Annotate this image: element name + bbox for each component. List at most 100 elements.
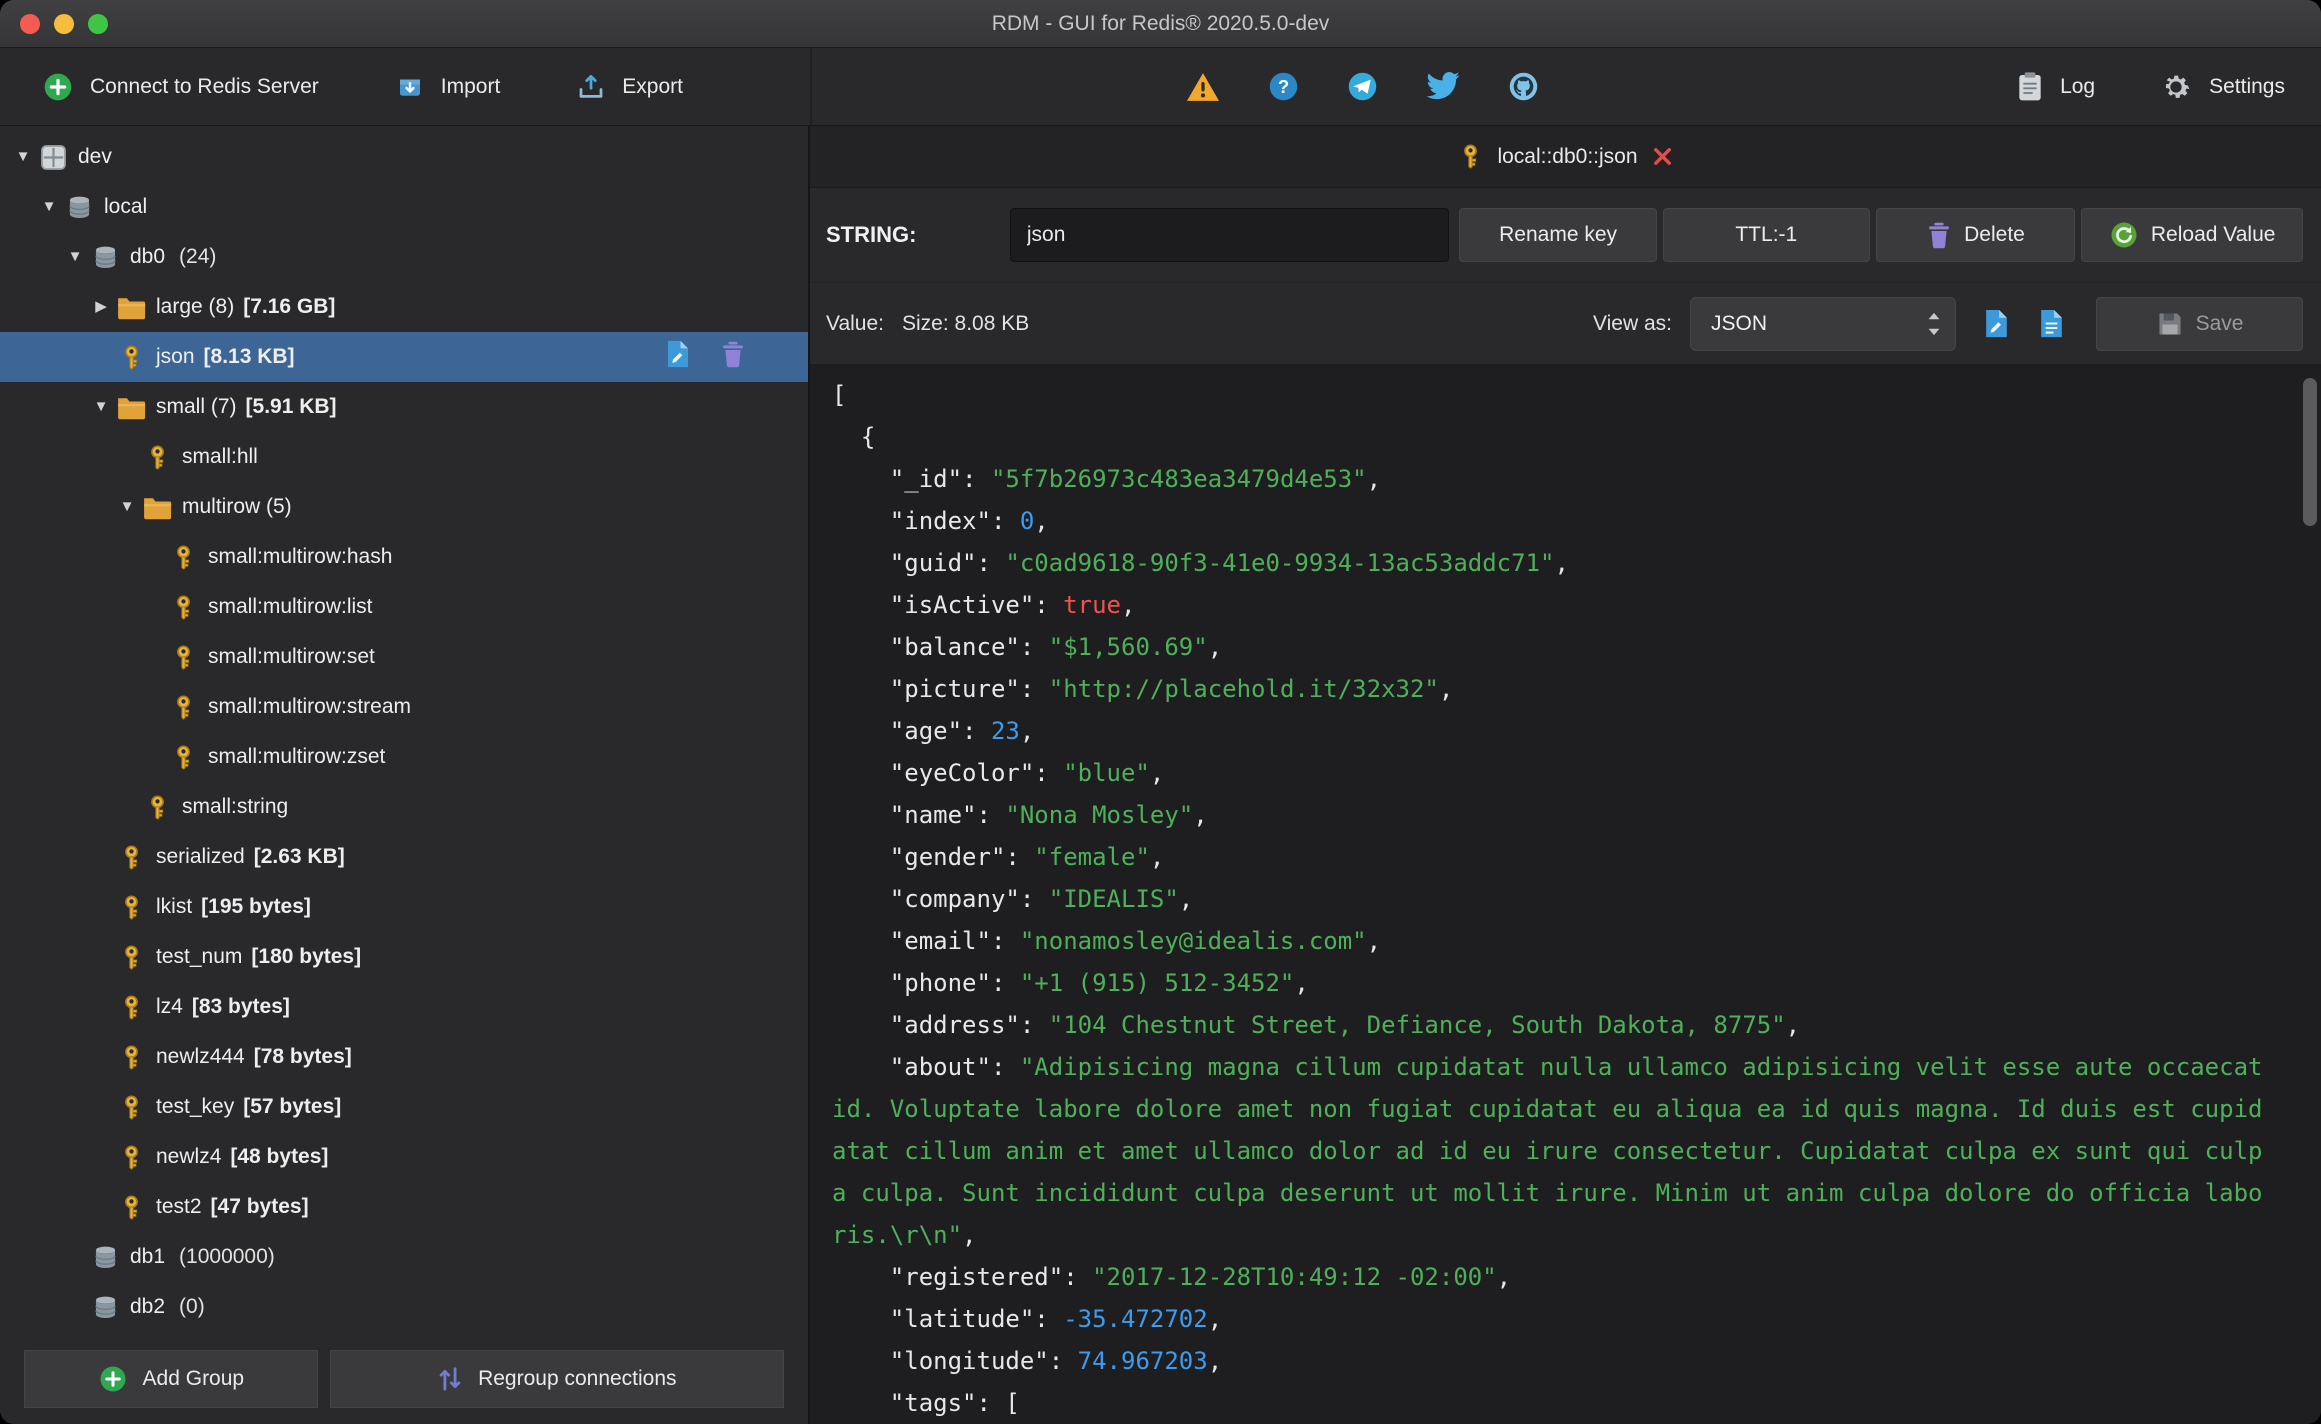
json-line: "picture": "http://placehold.it/32x32", [832,675,1454,703]
close-window-button[interactable] [20,13,40,34]
tree-item-test2[interactable]: test2 [47 bytes] [0,1182,808,1232]
collapse-icon[interactable]: ▼ [10,132,36,182]
import-button[interactable]: Import [395,72,500,102]
json-line: "address": "104 Chestnut Street, Defianc… [832,1011,1801,1039]
tree-item-small-multirow-hash[interactable]: small:multirow:hash [0,532,808,582]
connect-to-redis-button[interactable]: Connect to Redis Server [42,71,319,103]
add-group-label: Add Group [142,1367,245,1390]
tree-item-small-multirow-stream[interactable]: small:multirow:stream [0,682,808,732]
tree-item-label: newlz444 [156,1045,245,1068]
vertical-scrollbar[interactable] [2301,370,2317,1418]
key-icon [140,794,174,821]
scrollbar-thumb[interactable] [2303,378,2317,526]
tree-item-count: (24) [179,245,217,268]
telegram-icon[interactable] [1346,70,1379,103]
json-line: "balance": "$1,560.69", [832,633,1223,661]
tree-item-serialized[interactable]: serialized [2.63 KB] [0,832,808,882]
tree-item-small-string[interactable]: small:string [0,782,808,832]
titlebar: RDM - GUI for Redis® 2020.5.0-dev [0,0,2321,48]
add-group-button[interactable]: Add Group [24,1350,318,1408]
delete-key-button[interactable]: Delete [1875,208,2076,262]
save-button[interactable]: Save [2096,296,2303,351]
tree-item-size: [8.13 KB] [203,345,295,368]
json-line: "latitude": -35.472702, [832,1305,1223,1333]
key-icon [166,694,200,721]
warning-icon[interactable] [1185,71,1221,103]
collapse-icon[interactable]: ▼ [62,232,88,282]
json-line: "isActive": true, [832,591,1136,619]
export-button[interactable]: Export [576,72,683,102]
tree-item-db1[interactable]: db1 (1000000) [0,1232,808,1282]
twitter-icon[interactable] [1425,71,1461,102]
reload-label: Reload Value [2150,223,2276,246]
tree-item-test_key[interactable]: test_key [57 bytes] [0,1082,808,1132]
export-icon [576,72,606,102]
tab-local-db0-json[interactable]: local::db0::json [1435,126,1695,187]
view-as-select[interactable]: JSON [1690,296,1956,351]
tree-item-newlz444[interactable]: newlz444 [78 bytes] [0,1032,808,1082]
chevron-updown-icon [1923,309,1945,339]
settings-button[interactable]: Settings [2159,70,2285,104]
collapse-icon[interactable]: ▼ [36,182,62,232]
json-viewer[interactable]: [ { "_id": "5f7b26973c483ea3479d4e53", "… [810,364,2321,1424]
json-line: "company": "IDEALIS", [832,885,1194,913]
ttl-button[interactable]: TTL:-1 [1662,208,1870,262]
zoom-window-button[interactable] [88,13,108,34]
json-line: "tags": [ [832,1389,1020,1417]
tree-item-db0[interactable]: ▼ db0 (24) [0,232,808,282]
tree-item-label: lkist [156,895,193,918]
tab-close-icon[interactable] [1651,145,1674,168]
tree-item-lkist[interactable]: lkist [195 bytes] [0,882,808,932]
tree-item-label: small (7) [156,395,237,418]
tree-item-test_num[interactable]: test_num [180 bytes] [0,932,808,982]
view-as-value: JSON [1711,311,1768,335]
tree-item-small[interactable]: ▼ small (7) [5.91 KB] [0,382,808,432]
tree-item-newlz4[interactable]: newlz4 [48 bytes] [0,1132,808,1182]
tree-item-count: (0) [179,1295,205,1318]
tree-item-large[interactable]: ▶ large (8) [7.16 GB] [0,282,808,332]
rename-key-button[interactable]: Rename key [1459,208,1657,262]
log-button[interactable]: Log [2016,71,2095,103]
tree-item-size: [7.16 GB] [243,295,336,318]
json-line: "registered": "2017-12-28T10:49:12 -02:0… [832,1263,1512,1291]
minimize-window-button[interactable] [54,13,74,34]
tree-item-label: small:hll [182,445,258,468]
tree-item-label: small:multirow:hash [208,545,393,568]
tree-item-size: [57 bytes] [243,1095,342,1118]
tree-item-small-hll[interactable]: small:hll [0,432,808,482]
gear-icon [2159,70,2193,104]
key-name-input[interactable] [1009,208,1450,262]
github-icon[interactable] [1507,70,1540,103]
delete-key-icon[interactable] [720,340,746,374]
collapse-icon[interactable]: ▼ [88,382,114,432]
value-size: Size: 8.08 KB [902,311,1030,335]
help-icon[interactable]: ? [1267,70,1300,103]
save-label: Save [2195,311,2244,335]
tree-item-dev[interactable]: ▼ dev [0,132,808,182]
view-as-text-icon[interactable] [2037,308,2066,339]
regroup-connections-button[interactable]: Regroup connections [329,1350,784,1408]
tree-item-small-multirow-list[interactable]: small:multirow:list [0,582,808,632]
tree-item-size: [5.91 KB] [245,395,337,418]
tree-item-db2[interactable]: db2 (0) [0,1282,808,1332]
tree-item-small-multirow-set[interactable]: small:multirow:set [0,632,808,682]
reload-value-button[interactable]: Reload Value [2081,208,2303,262]
collapse-icon[interactable]: ▼ [114,482,140,532]
reload-icon [2109,220,2139,250]
edit-key-value-icon[interactable] [664,339,692,375]
key-icon [114,894,148,921]
tree-item-small-multirow-zset[interactable]: small:multirow:zset [0,732,808,782]
json-line: "guid": "c0ad9618-90f3-41e0-9934-13ac53a… [832,549,1569,577]
tree-item-local[interactable]: ▼ local [0,182,808,232]
json-line: "_id": "5f7b26973c483ea3479d4e53", [832,465,1382,493]
tree-item-json[interactable]: json [8.13 KB] [0,332,808,382]
json-line: "age": 23, [832,717,1035,745]
key-icon [1457,143,1484,170]
tree-item-label: newlz4 [156,1145,222,1168]
ttl-label: TTL:-1 [1735,223,1798,246]
expand-icon[interactable]: ▶ [88,282,114,332]
open-in-editor-icon[interactable] [1982,308,2011,339]
add-connection-icon [42,71,74,103]
tree-item-lz4[interactable]: lz4 [83 bytes] [0,982,808,1032]
tree-item-multirow[interactable]: ▼ multirow (5) [0,482,808,532]
